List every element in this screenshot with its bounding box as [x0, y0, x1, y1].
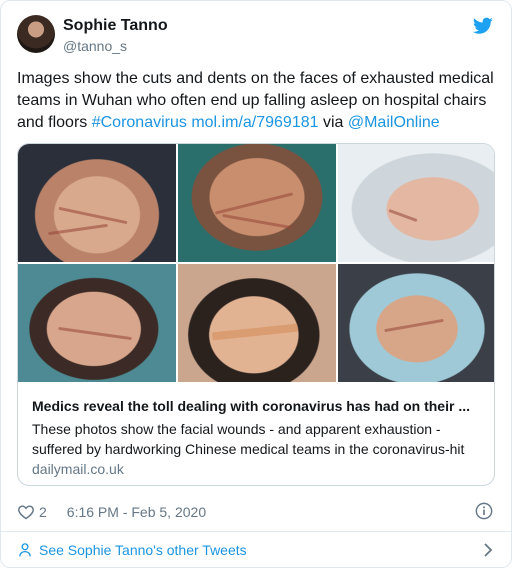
collage-photo: [178, 264, 336, 382]
author-name[interactable]: Sophie Tanno: [63, 17, 168, 35]
author-handle[interactable]: @tanno_s: [63, 38, 127, 54]
embedded-tweet: Sophie Tanno @tanno_s Images show the cu…: [0, 0, 512, 568]
other-tweets-label[interactable]: See Sophie Tanno's other Tweets: [39, 542, 247, 558]
hashtag-link[interactable]: #Coronavirus: [92, 114, 187, 131]
mention-link[interactable]: @MailOnline: [348, 114, 440, 131]
collage-photo: [18, 264, 176, 382]
card-title[interactable]: Medics reveal the toll dealing with coro…: [32, 398, 484, 414]
avatar[interactable]: [17, 15, 55, 53]
collage-photo: [178, 144, 336, 262]
collage-photo: [338, 144, 494, 262]
collage-photo: [338, 264, 494, 382]
info-icon[interactable]: [475, 502, 493, 520]
person-icon: [19, 543, 31, 557]
collage-photo: [18, 144, 176, 262]
chevron-right-icon[interactable]: [483, 542, 493, 558]
other-tweets-link[interactable]: See Sophie Tanno's other Tweets: [17, 539, 247, 561]
tweet-meta: 2 6:16 PM - Feb 5, 2020: [17, 501, 206, 523]
heart-icon[interactable]: [17, 504, 35, 520]
card-description: These photos show the facial wounds - an…: [32, 421, 465, 457]
divider: [1, 531, 511, 532]
tweet-timestamp[interactable]: 6:16 PM - Feb 5, 2020: [67, 504, 206, 520]
link-card[interactable]: Medics reveal the toll dealing with coro…: [17, 143, 495, 486]
via-text: via: [318, 114, 348, 131]
twitter-bird-icon[interactable]: [473, 17, 493, 35]
photo-collage: [18, 144, 494, 382]
article-link[interactable]: mol.im/a/7969181: [191, 114, 318, 131]
card-domain: dailymail.co.uk: [32, 461, 124, 477]
like-count[interactable]: 2: [39, 504, 47, 520]
tweet-text: Images show the cuts and dents on the fa…: [17, 68, 497, 134]
